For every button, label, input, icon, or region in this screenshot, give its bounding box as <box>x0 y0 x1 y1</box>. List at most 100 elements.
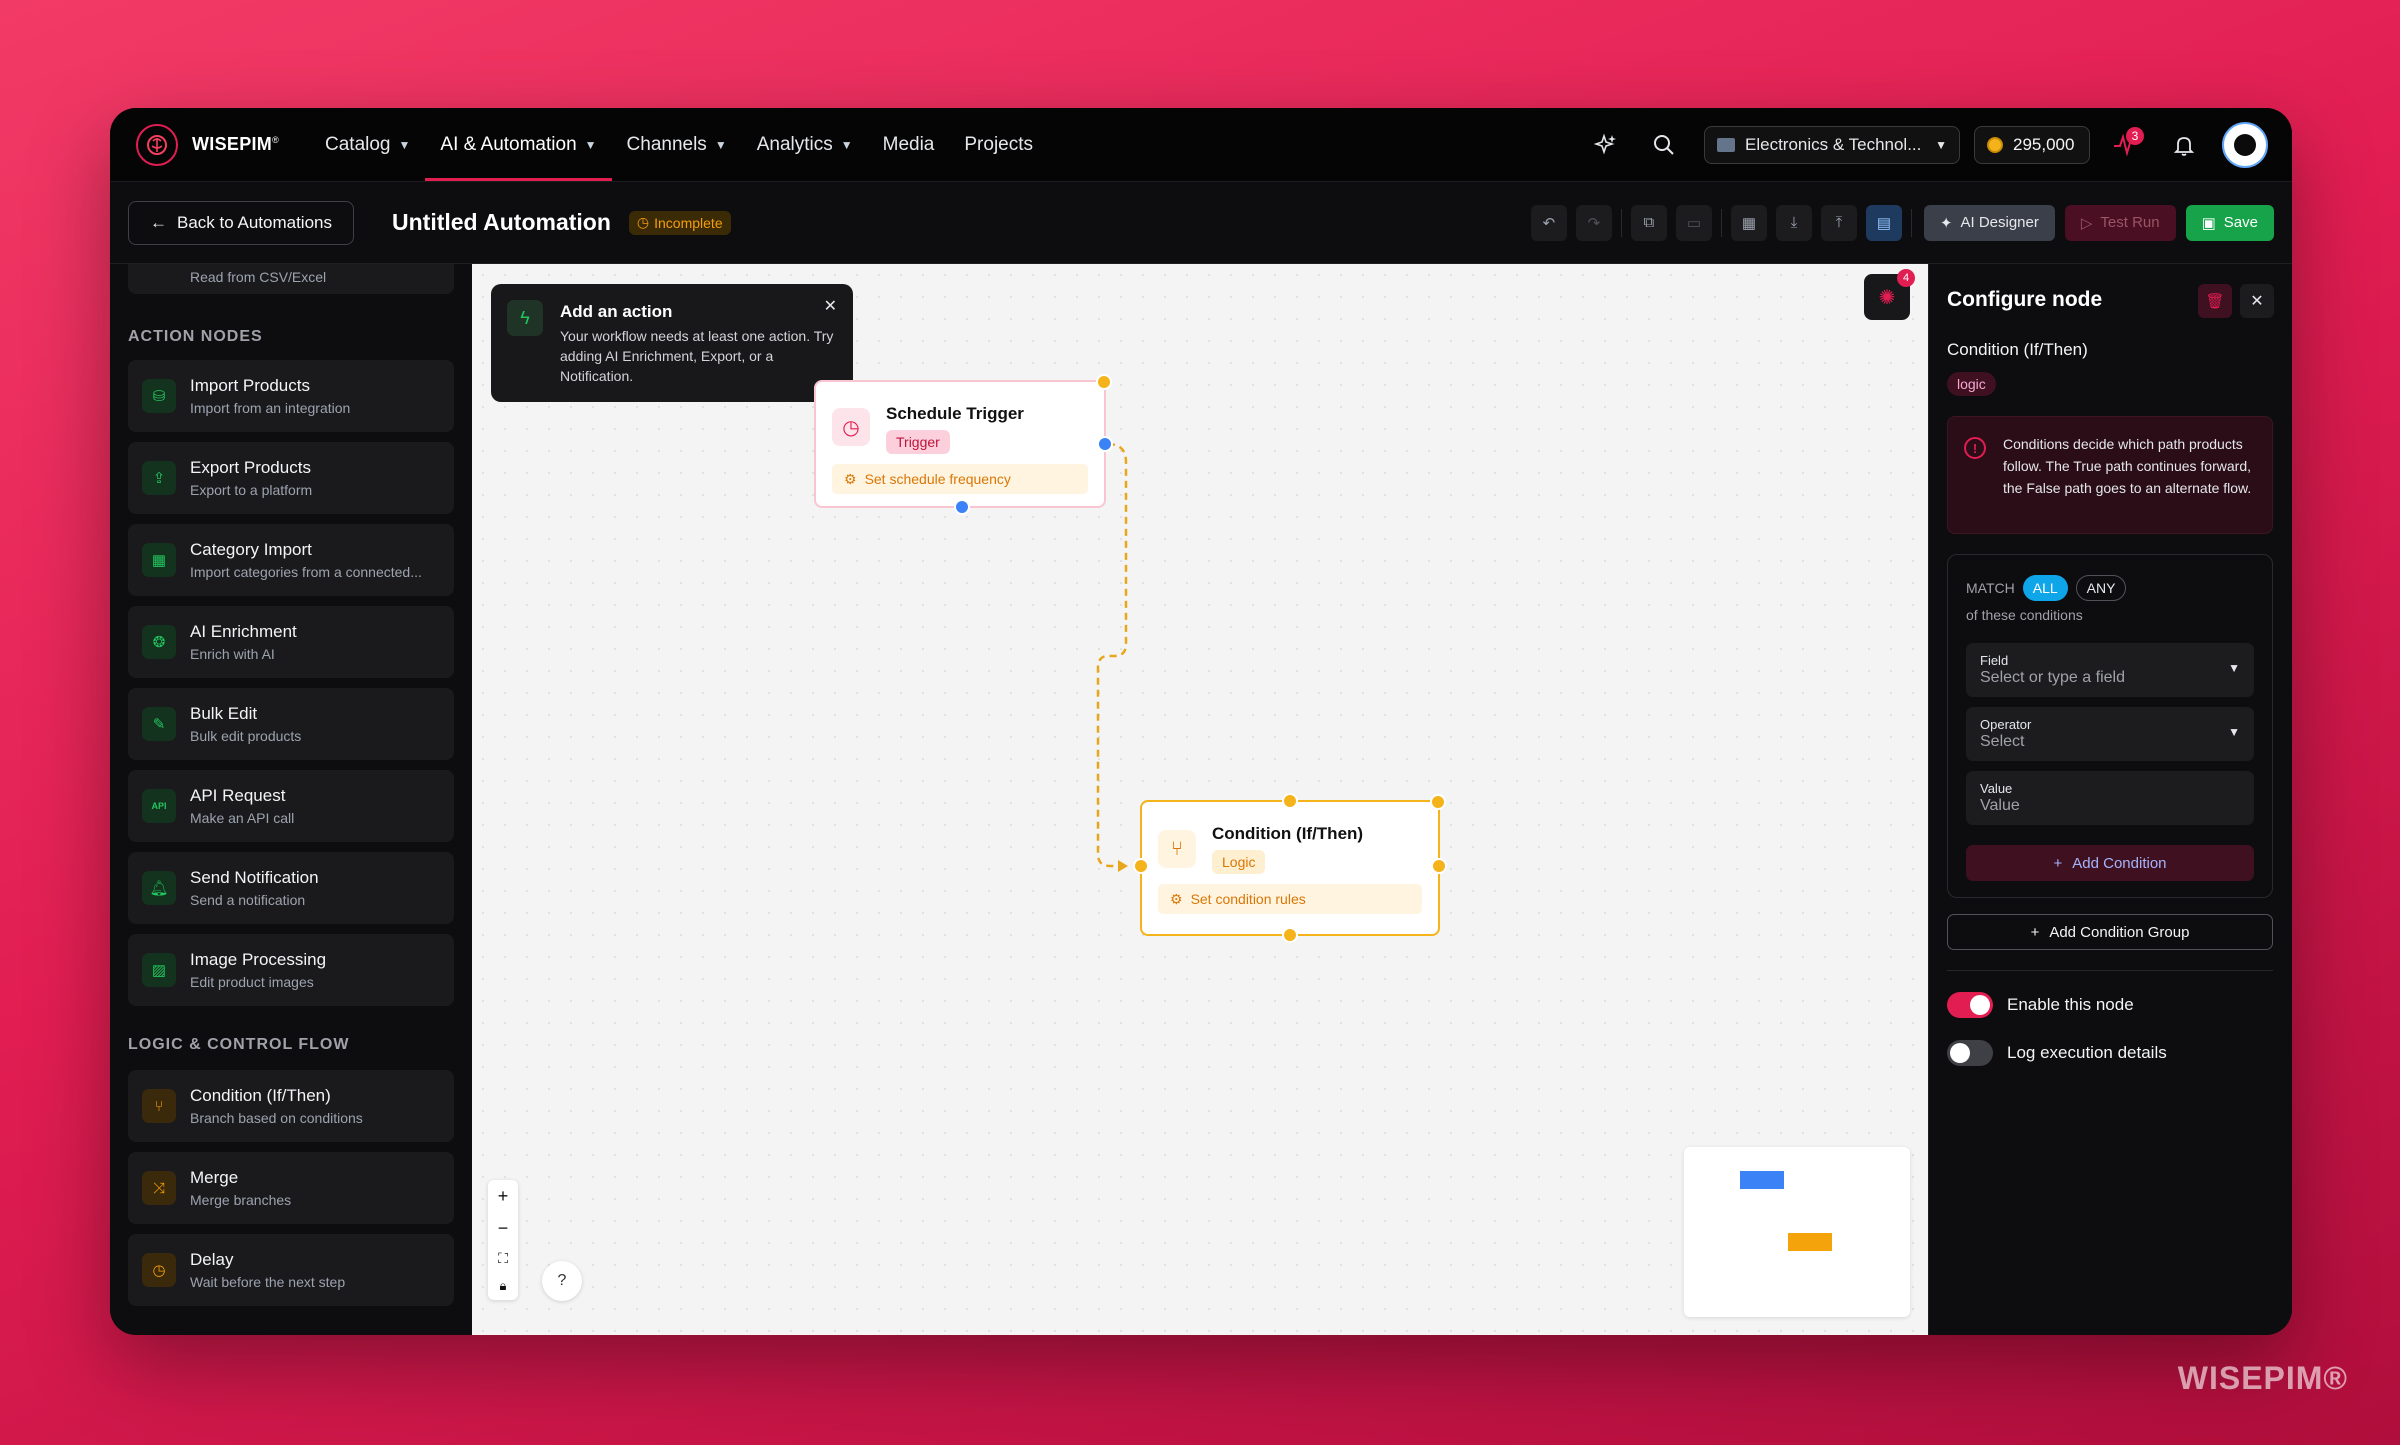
minimap[interactable] <box>1684 1147 1910 1317</box>
toolbar-actions: ↶ ↷ ⧉ ▭ ▦ ⤓ ⤒ ▤ ✦ AI Designer ▷ Test Run ▣… <box>1522 204 2274 241</box>
ai-designer-button[interactable]: ✦ AI Designer <box>1923 204 2055 241</box>
suggestions-lightbulb-icon[interactable]: ✺ 4 <box>1864 269 1915 320</box>
output-handle[interactable] <box>1431 858 1447 874</box>
templates-icon[interactable]: ▤ <box>1865 204 1902 241</box>
undo-icon[interactable]: ↶ <box>1530 204 1567 241</box>
add-condition-group-button[interactable]: + Add Condition Group <box>1947 914 2273 950</box>
gear-icon: ⚙ <box>1170 890 1183 907</box>
main-nav: Catalog ▼ AI & Automation ▼ Channels ▼ Anal… <box>310 108 1048 181</box>
palette-node-condition[interactable]: ⑂ Condition (If/Then) Branch based on con… <box>128 1070 454 1142</box>
palette-node-ai-enrichment[interactable]: ❂ AI Enrichment Enrich with AI <box>128 606 454 678</box>
toolbar-divider <box>1620 208 1622 237</box>
folder-icon <box>1717 137 1735 152</box>
palette-node-api-request[interactable]: API API Request Make an API call <box>128 770 454 842</box>
match-all-toggle[interactable]: ALL <box>2022 575 2068 601</box>
save-button[interactable]: ▣ Save <box>2185 204 2274 241</box>
search-icon[interactable] <box>1642 123 1686 167</box>
palette-node-merge[interactable]: ⤨ Merge Merge branches <box>128 1152 454 1224</box>
palette-node-import-products[interactable]: ⛁ Import Products Import from an integrat… <box>128 360 454 432</box>
api-icon: API <box>142 789 176 823</box>
nav-channels[interactable]: Channels ▼ <box>612 108 742 181</box>
match-any-toggle[interactable]: ANY <box>2075 575 2127 601</box>
section-heading-logic: LOGIC & CONTROL FLOW <box>128 1036 350 1053</box>
close-icon[interactable]: ✕ <box>824 296 837 316</box>
chevron-down-icon: ▼ <box>840 137 853 152</box>
help-icon[interactable]: ? <box>542 1261 582 1301</box>
grid-icon: ▦ <box>142 543 176 577</box>
clock-icon: ◷ <box>142 1253 176 1287</box>
add-condition-button[interactable]: + Add Condition <box>1966 845 2254 881</box>
palette-node-send-notification[interactable]: 🔔︎ Send Notification Send a notification <box>128 852 454 924</box>
activity-badge: 3 <box>2126 126 2144 145</box>
store-selector[interactable]: Electronics & Technol... ▼ <box>1704 125 1960 164</box>
field-select[interactable]: Field Select or type a field ▼ <box>1966 643 2254 697</box>
node-type-tag: logic <box>1947 372 1996 396</box>
close-icon[interactable]: ✕ <box>2240 284 2274 318</box>
palette-node-category-import[interactable]: ▦ Category Import Import categories from … <box>128 524 454 596</box>
brain-logo-icon <box>136 123 178 166</box>
nav-analytics[interactable]: Analytics ▼ <box>742 108 868 181</box>
toolbar-divider <box>1910 208 1912 237</box>
brand-logo[interactable]: WISEPIM® <box>136 123 300 166</box>
clock-icon: ◷ <box>832 408 870 446</box>
top-navigation: WISEPIM® Catalog ▼ AI & Automation ▼ Chann… <box>110 108 2292 182</box>
brain-icon: ❂ <box>142 625 176 659</box>
palette-node-image-processing[interactable]: ▨ Image Processing Edit product images <box>128 934 454 1006</box>
fit-view-icon[interactable]: ⛶ <box>498 1250 508 1267</box>
zoom-out-icon[interactable]: − <box>498 1218 509 1239</box>
palette-node-export-products[interactable]: ⇪ Export Products Export to a platform <box>128 442 454 514</box>
upload-icon[interactable]: ⤒ <box>1820 204 1857 241</box>
bell-icon: 🔔︎ <box>142 871 176 905</box>
branch-icon: ⑂ <box>142 1089 176 1123</box>
log-execution-toggle[interactable] <box>1947 1040 1993 1066</box>
add-action-tooltip: ϟ Add an action Your workflow needs at l… <box>491 284 853 402</box>
export-icon: ⇪ <box>142 461 176 495</box>
status-badge: ◷ Incomplete <box>628 210 731 235</box>
activity-icon[interactable]: 3 <box>2104 123 2148 167</box>
back-to-automations-button[interactable]: ← Back to Automations <box>128 200 354 245</box>
lightbulb-icon: ✺ <box>1878 286 1896 309</box>
value-input[interactable]: Value Value <box>1966 771 2254 825</box>
avatar[interactable] <box>2222 121 2268 168</box>
trash-icon[interactable]: 🗑︎ <box>2198 284 2232 318</box>
page-title[interactable]: Untitled Automation <box>392 209 611 236</box>
palette-node-partial[interactable]: Read from CSV/Excel <box>128 264 454 294</box>
node-status-dot <box>1430 794 1446 810</box>
output-handle[interactable] <box>1097 436 1113 452</box>
app-window: WISEPIM® Catalog ▼ AI & Automation ▼ Chann… <box>110 108 2292 1335</box>
enable-node-toggle[interactable] <box>1947 992 1993 1018</box>
copy-icon[interactable]: ⧉ <box>1630 204 1667 241</box>
enable-node-row: Enable this node <box>1947 992 2134 1018</box>
top-handle[interactable] <box>1282 793 1298 809</box>
nav-ai-automation[interactable]: AI & Automation ▼ <box>425 108 612 181</box>
clipboard-icon[interactable]: ▭ <box>1675 204 1712 241</box>
lock-icon[interactable]: 🔒︎ <box>500 1278 507 1294</box>
operator-select[interactable]: Operator Select ▼ <box>1966 707 2254 761</box>
trigger-node[interactable]: ◷ Schedule Trigger Trigger ⚙ Set schedule… <box>814 374 1113 515</box>
redo-icon[interactable]: ↷ <box>1575 204 1612 241</box>
node-name: Condition (If/Then) <box>1947 340 2088 359</box>
nav-projects[interactable]: Projects <box>949 108 1048 181</box>
sparkles-icon[interactable] <box>1584 123 1628 167</box>
configure-node-panel: Configure node 🗑︎ ✕ Condition (If/Then) … <box>1928 264 2292 1335</box>
nav-media[interactable]: Media <box>868 108 950 181</box>
download-icon[interactable]: ⤓ <box>1775 204 1812 241</box>
nav-catalog[interactable]: Catalog ▼ <box>310 108 425 181</box>
node-hint[interactable]: ⚙ Set schedule frequency <box>832 464 1088 494</box>
chevron-down-icon: ▼ <box>1935 137 1947 152</box>
condition-node[interactable]: ⑂ Condition (If/Then) Logic ⚙ Set conditi… <box>1133 793 1447 943</box>
layout-grid-icon[interactable]: ▦ <box>1730 204 1767 241</box>
zoom-in-icon[interactable]: + <box>498 1186 509 1207</box>
input-handle[interactable] <box>1133 858 1149 874</box>
info-callout: ! Conditions decide which path products … <box>1947 416 2273 534</box>
palette-node-delay[interactable]: ◷ Delay Wait before the next step <box>128 1234 454 1306</box>
brand-name: WISEPIM® <box>192 134 280 154</box>
credits-balance[interactable]: 295,000 <box>1974 125 2090 164</box>
bell-icon[interactable] <box>2162 123 2206 167</box>
palette-node-bulk-edit[interactable]: ✎ Bulk Edit Bulk edit products <box>128 688 454 760</box>
bottom-handle[interactable] <box>1282 927 1298 943</box>
bottom-handle[interactable] <box>954 499 970 515</box>
node-hint[interactable]: ⚙ Set condition rules <box>1158 884 1422 914</box>
test-run-button[interactable]: ▷ Test Run <box>2064 204 2176 241</box>
workflow-canvas[interactable]: ϟ Add an action Your workflow needs at l… <box>472 264 1928 1335</box>
